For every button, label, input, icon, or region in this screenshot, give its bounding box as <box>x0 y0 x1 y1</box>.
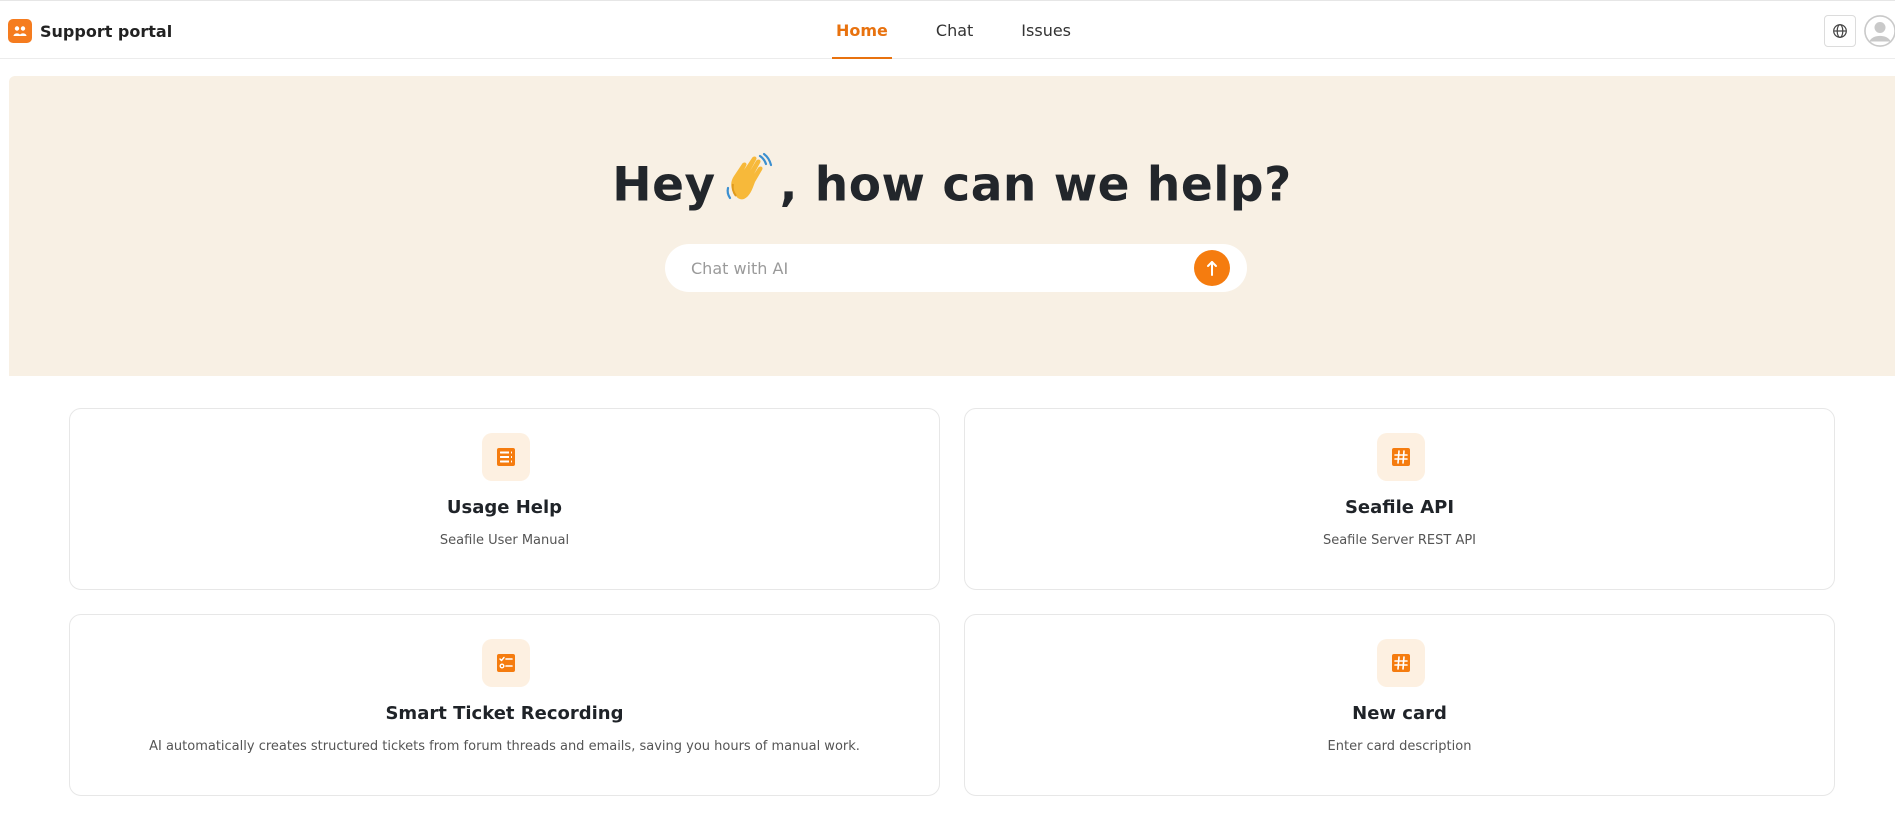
hash-icon <box>1392 654 1410 672</box>
card-icon-container <box>1377 433 1425 481</box>
language-button[interactable] <box>1824 15 1856 47</box>
tab-chat[interactable]: Chat <box>932 1 977 59</box>
chat-input[interactable] <box>665 244 1185 292</box>
hero-section: Hey , how can we help? <box>9 76 1895 376</box>
card-description: Seafile Server REST API <box>1322 533 1477 548</box>
card-icon-container <box>482 433 530 481</box>
main-nav: Home Chat Issues <box>832 1 1115 59</box>
card-description: AI automatically creates structured tick… <box>149 739 860 754</box>
card-title: Smart Ticket Recording <box>385 703 624 724</box>
send-button[interactable] <box>1194 250 1230 286</box>
card-title: Seafile API <box>1344 497 1455 518</box>
waving-hand-icon <box>722 152 774 216</box>
arrow-up-icon <box>1207 261 1217 276</box>
user-avatar-icon <box>1864 15 1895 47</box>
user-avatar[interactable] <box>1864 15 1895 47</box>
top-bar: Support portal Home Chat Issues <box>0 0 1895 59</box>
card-description: Enter card description <box>1327 739 1472 754</box>
card-smart-ticket-recording[interactable]: Smart Ticket Recording AI automatically … <box>69 614 940 796</box>
hash-icon <box>1392 448 1410 466</box>
hero-title-question: , how can we help? <box>779 157 1292 213</box>
hero-title: Hey , how can we help? <box>9 152 1895 220</box>
chat-search-box <box>665 244 1247 292</box>
brand-title: Support portal <box>40 21 173 41</box>
card-new-card[interactable]: New card Enter card description <box>964 614 1835 796</box>
checklist-icon <box>497 654 515 672</box>
globe-icon <box>1833 24 1847 38</box>
tab-home[interactable]: Home <box>832 1 892 59</box>
card-icon-container <box>1377 639 1425 687</box>
brand[interactable]: Support portal <box>8 19 172 43</box>
tab-issues[interactable]: Issues <box>1017 1 1075 59</box>
card-usage-help[interactable]: Usage Help Seafile User Manual <box>69 408 940 590</box>
hero-title-greeting: Hey <box>612 157 716 213</box>
card-title: Usage Help <box>446 497 563 518</box>
card-seafile-api[interactable]: Seafile API Seafile Server REST API <box>964 408 1835 590</box>
card-icon-container <box>482 639 530 687</box>
card-title: New card <box>1352 703 1447 724</box>
list-icon <box>497 448 515 466</box>
card-description: Seafile User Manual <box>439 533 570 548</box>
support-team-icon <box>8 19 32 43</box>
